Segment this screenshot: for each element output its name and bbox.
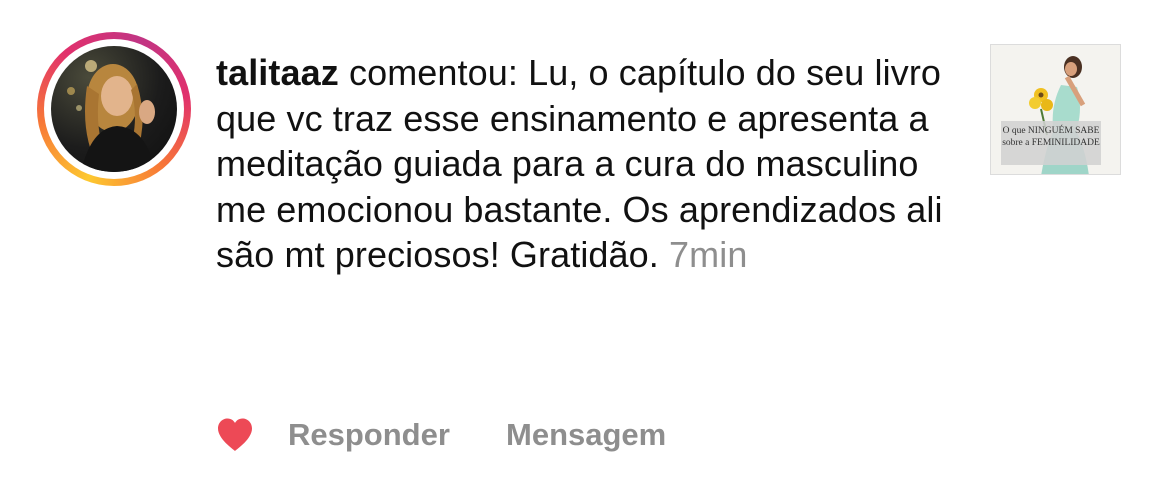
post-thumbnail[interactable]: O que NINGUÉM SABE sobre a FEMINILIDADE (990, 44, 1121, 175)
comment-text-block: talitaaz comentou: Lu, o capítulo do seu… (216, 50, 961, 278)
story-ring-avatar[interactable] (37, 32, 191, 186)
comment-timestamp: 7min (669, 234, 748, 275)
comment-username[interactable]: talitaaz (216, 52, 339, 93)
avatar (51, 46, 177, 172)
avatar-border (44, 39, 184, 179)
post-thumbnail-caption: O que NINGUÉM SABE sobre a FEMINILIDADE (1001, 121, 1101, 165)
avatar-photo-icon (67, 60, 155, 172)
message-button[interactable]: Mensagem (506, 415, 666, 455)
reply-button[interactable]: Responder (288, 415, 450, 455)
heart-icon[interactable] (216, 417, 254, 453)
